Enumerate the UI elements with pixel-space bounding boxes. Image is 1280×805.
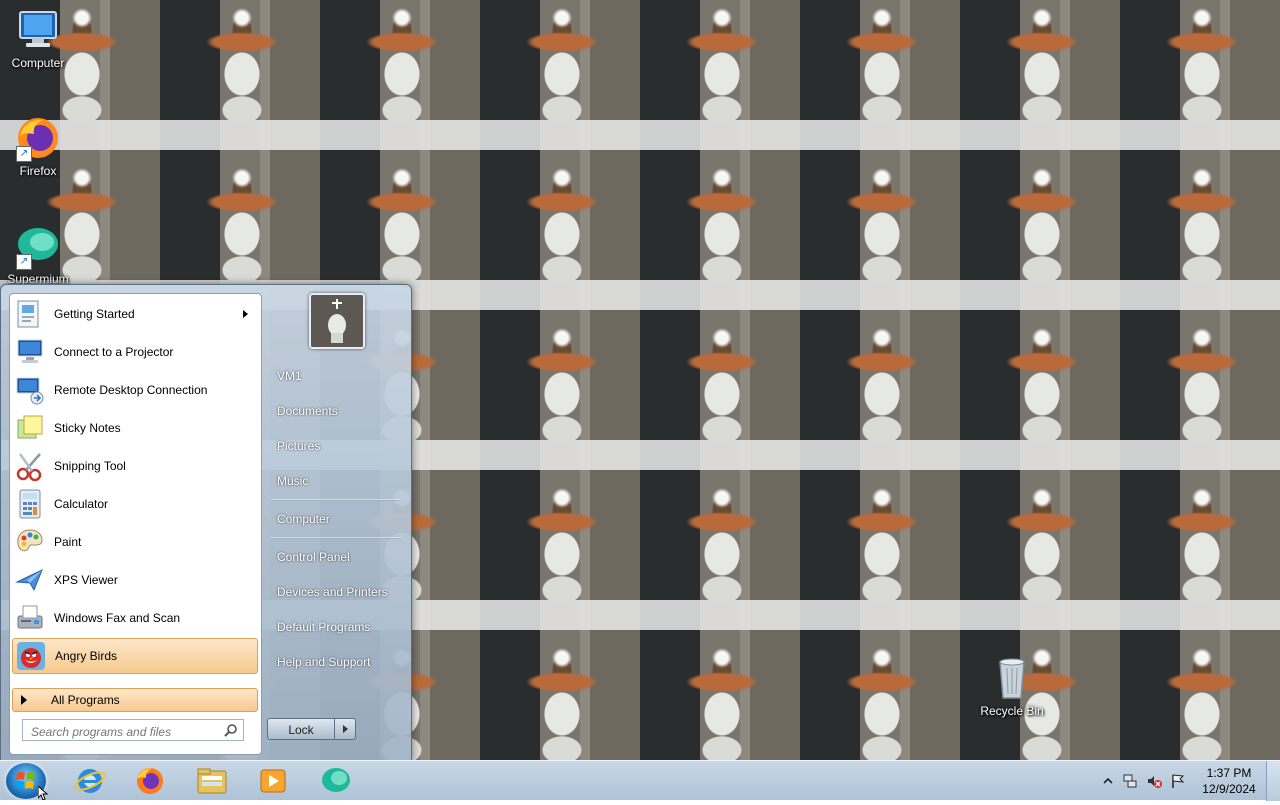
place-user-folder[interactable]: VM1 xyxy=(267,362,403,390)
program-label: XPS Viewer xyxy=(54,573,118,587)
fax-icon xyxy=(14,602,46,634)
taskbar-supermium[interactable] xyxy=(314,763,358,799)
shortcut-arrow-icon: ↗ xyxy=(16,146,32,162)
submenu-arrow-icon[interactable] xyxy=(243,310,248,318)
projector-icon xyxy=(14,336,46,368)
program-sticky-notes[interactable]: Sticky Notes xyxy=(12,410,258,446)
place-pictures[interactable]: Pictures xyxy=(267,432,403,460)
place-computer[interactable]: Computer xyxy=(267,505,403,533)
desktop-icon-firefox[interactable]: ↗ Firefox xyxy=(0,114,76,178)
action-center-flag-icon[interactable] xyxy=(1170,773,1186,789)
calculator-icon xyxy=(14,488,46,520)
program-remote-desktop[interactable]: Remote Desktop Connection xyxy=(12,372,258,408)
place-control-panel[interactable]: Control Panel xyxy=(267,543,403,571)
scissors-icon xyxy=(14,450,46,482)
desktop-icon-supermium[interactable]: ↗ Supermium xyxy=(0,222,76,286)
desktop-icon-label: Computer xyxy=(11,56,65,70)
taskbar-internet-explorer[interactable] xyxy=(68,763,112,799)
desktop-icon-recycle-bin[interactable]: Recycle Bin xyxy=(974,654,1050,718)
program-paint[interactable]: Paint xyxy=(12,524,258,560)
taskbar-windows-explorer[interactable] xyxy=(190,763,234,799)
xps-viewer-icon xyxy=(14,564,46,596)
place-default-programs[interactable]: Default Programs xyxy=(267,613,403,641)
computer-icon xyxy=(14,6,62,54)
search-icon[interactable] xyxy=(224,723,238,737)
program-label: Calculator xyxy=(54,497,109,511)
supermium-icon xyxy=(314,768,358,803)
media-player-icon xyxy=(251,769,295,803)
program-label: Paint xyxy=(54,535,82,549)
places-separator xyxy=(271,499,401,501)
taskbar-media-player[interactable] xyxy=(251,763,295,799)
firefox-icon xyxy=(128,768,172,803)
desktop-icon-label: Firefox xyxy=(19,164,57,178)
volume-muted-icon[interactable] xyxy=(1146,773,1162,789)
system-clock[interactable]: 1:37 PM 12/9/2024 xyxy=(1193,765,1265,797)
program-label: Sticky Notes xyxy=(54,421,121,435)
shortcut-arrow-icon: ↗ xyxy=(16,254,32,270)
program-getting-started[interactable]: Getting Started xyxy=(12,296,258,332)
all-programs-label: All Programs xyxy=(51,693,120,707)
program-label: Remote Desktop Connection xyxy=(54,383,208,397)
windows-explorer-icon xyxy=(190,768,234,803)
desktop-icon-computer[interactable]: Computer xyxy=(0,6,76,70)
start-menu: Getting Started Connect to a Projector R… xyxy=(0,284,412,760)
desktop[interactable]: Computer ↗ Firefox ↗ Supermium Recycle B… xyxy=(0,0,1280,760)
place-documents[interactable]: Documents xyxy=(267,397,403,425)
program-windows-fax-and-scan[interactable]: Windows Fax and Scan xyxy=(12,600,258,636)
lock-button[interactable]: Lock xyxy=(267,718,335,740)
places-separator xyxy=(271,537,401,539)
start-menu-places-pane: VM1 Documents Pictures Music Computer Co… xyxy=(263,285,411,760)
program-label: Connect to a Projector xyxy=(54,345,174,359)
program-snipping-tool[interactable]: Snipping Tool xyxy=(12,448,258,484)
program-label: Windows Fax and Scan xyxy=(54,611,181,625)
show-hidden-icons-chevron-icon[interactable] xyxy=(1100,773,1116,789)
clock-date: 12/9/2024 xyxy=(1202,782,1256,796)
program-label: Getting Started xyxy=(54,307,135,321)
show-desktop-button[interactable] xyxy=(1266,761,1280,801)
sticky-notes-icon xyxy=(14,412,46,444)
remote-desktop-icon xyxy=(14,374,46,406)
user-account-picture[interactable] xyxy=(309,293,365,349)
clock-time: 1:37 PM xyxy=(1206,766,1252,780)
place-devices-and-printers[interactable]: Devices and Printers xyxy=(267,578,403,606)
recycle-bin-icon xyxy=(988,654,1036,702)
program-label: Angry Birds xyxy=(55,649,118,663)
network-icon[interactable] xyxy=(1122,773,1138,789)
program-xps-viewer[interactable]: XPS Viewer xyxy=(12,562,258,598)
taskbar-firefox[interactable] xyxy=(128,763,172,799)
angry-birds-icon xyxy=(15,640,47,672)
program-calculator[interactable]: Calculator xyxy=(12,486,258,522)
desktop-icon-label: Recycle Bin xyxy=(980,704,1044,718)
paint-palette-icon xyxy=(14,526,46,558)
firefox-icon: ↗ xyxy=(14,114,62,162)
program-connect-to-projector[interactable]: Connect to a Projector xyxy=(12,334,258,370)
place-music[interactable]: Music xyxy=(267,467,403,495)
taskbar: 1:37 PM 12/9/2024 xyxy=(0,760,1280,801)
getting-started-icon xyxy=(14,298,46,330)
supermium-icon: ↗ xyxy=(14,222,62,270)
search-programs-input[interactable] xyxy=(22,719,244,741)
internet-explorer-icon xyxy=(68,769,112,803)
all-programs-button[interactable]: All Programs xyxy=(12,688,258,712)
all-programs-arrow-icon xyxy=(21,695,27,705)
start-menu-programs-pane: Getting Started Connect to a Projector R… xyxy=(9,293,262,755)
program-label: Snipping Tool xyxy=(54,459,126,473)
program-angry-birds[interactable]: Angry Birds xyxy=(12,638,258,674)
place-help-and-support[interactable]: Help and Support xyxy=(267,648,403,676)
power-options-arrow-button[interactable] xyxy=(334,718,356,740)
